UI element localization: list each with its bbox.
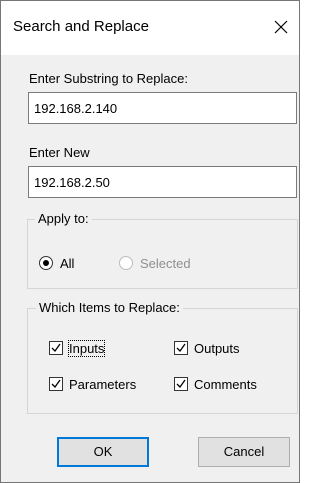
dialog-title: Search and Replace: [13, 18, 149, 35]
close-button[interactable]: [269, 15, 293, 39]
radio-selected[interactable]: [119, 256, 133, 270]
replace-label: Enter New: [29, 145, 90, 160]
checkbox-comments-label: Comments: [194, 377, 257, 392]
search-replace-dialog: Search and Replace Enter Substring to Re…: [0, 0, 300, 483]
cancel-button[interactable]: Cancel: [198, 437, 290, 467]
checkbox-comments[interactable]: [174, 377, 188, 391]
radio-all-label: All: [60, 256, 75, 271]
find-input[interactable]: [28, 92, 297, 124]
radio-selected-label: Selected: [140, 256, 191, 271]
find-label: Enter Substring to Replace:: [29, 71, 188, 86]
apply-to-legend: Apply to:: [35, 211, 92, 226]
checkmark-icon: [176, 343, 186, 353]
checkbox-parameters-label: Parameters: [69, 377, 137, 392]
checkbox-inputs[interactable]: [49, 341, 63, 355]
checkbox-outputs-label: Outputs: [194, 341, 240, 356]
checkmark-icon: [51, 379, 61, 389]
checkmark-icon: [51, 343, 61, 353]
close-icon: [274, 20, 288, 34]
radio-selected-dot: [43, 260, 49, 266]
checkbox-outputs[interactable]: [174, 341, 188, 355]
items-group: [27, 308, 298, 414]
checkbox-parameters[interactable]: [49, 377, 63, 391]
apply-to-group: [27, 219, 298, 289]
radio-all[interactable]: [39, 256, 53, 270]
replace-input[interactable]: [28, 166, 297, 198]
items-legend: Which Items to Replace:: [36, 300, 183, 315]
checkmark-icon: [176, 379, 186, 389]
title-bar: Search and Replace: [1, 1, 299, 55]
ok-button[interactable]: OK: [57, 437, 149, 467]
checkbox-inputs-label: Inputs: [67, 340, 106, 357]
